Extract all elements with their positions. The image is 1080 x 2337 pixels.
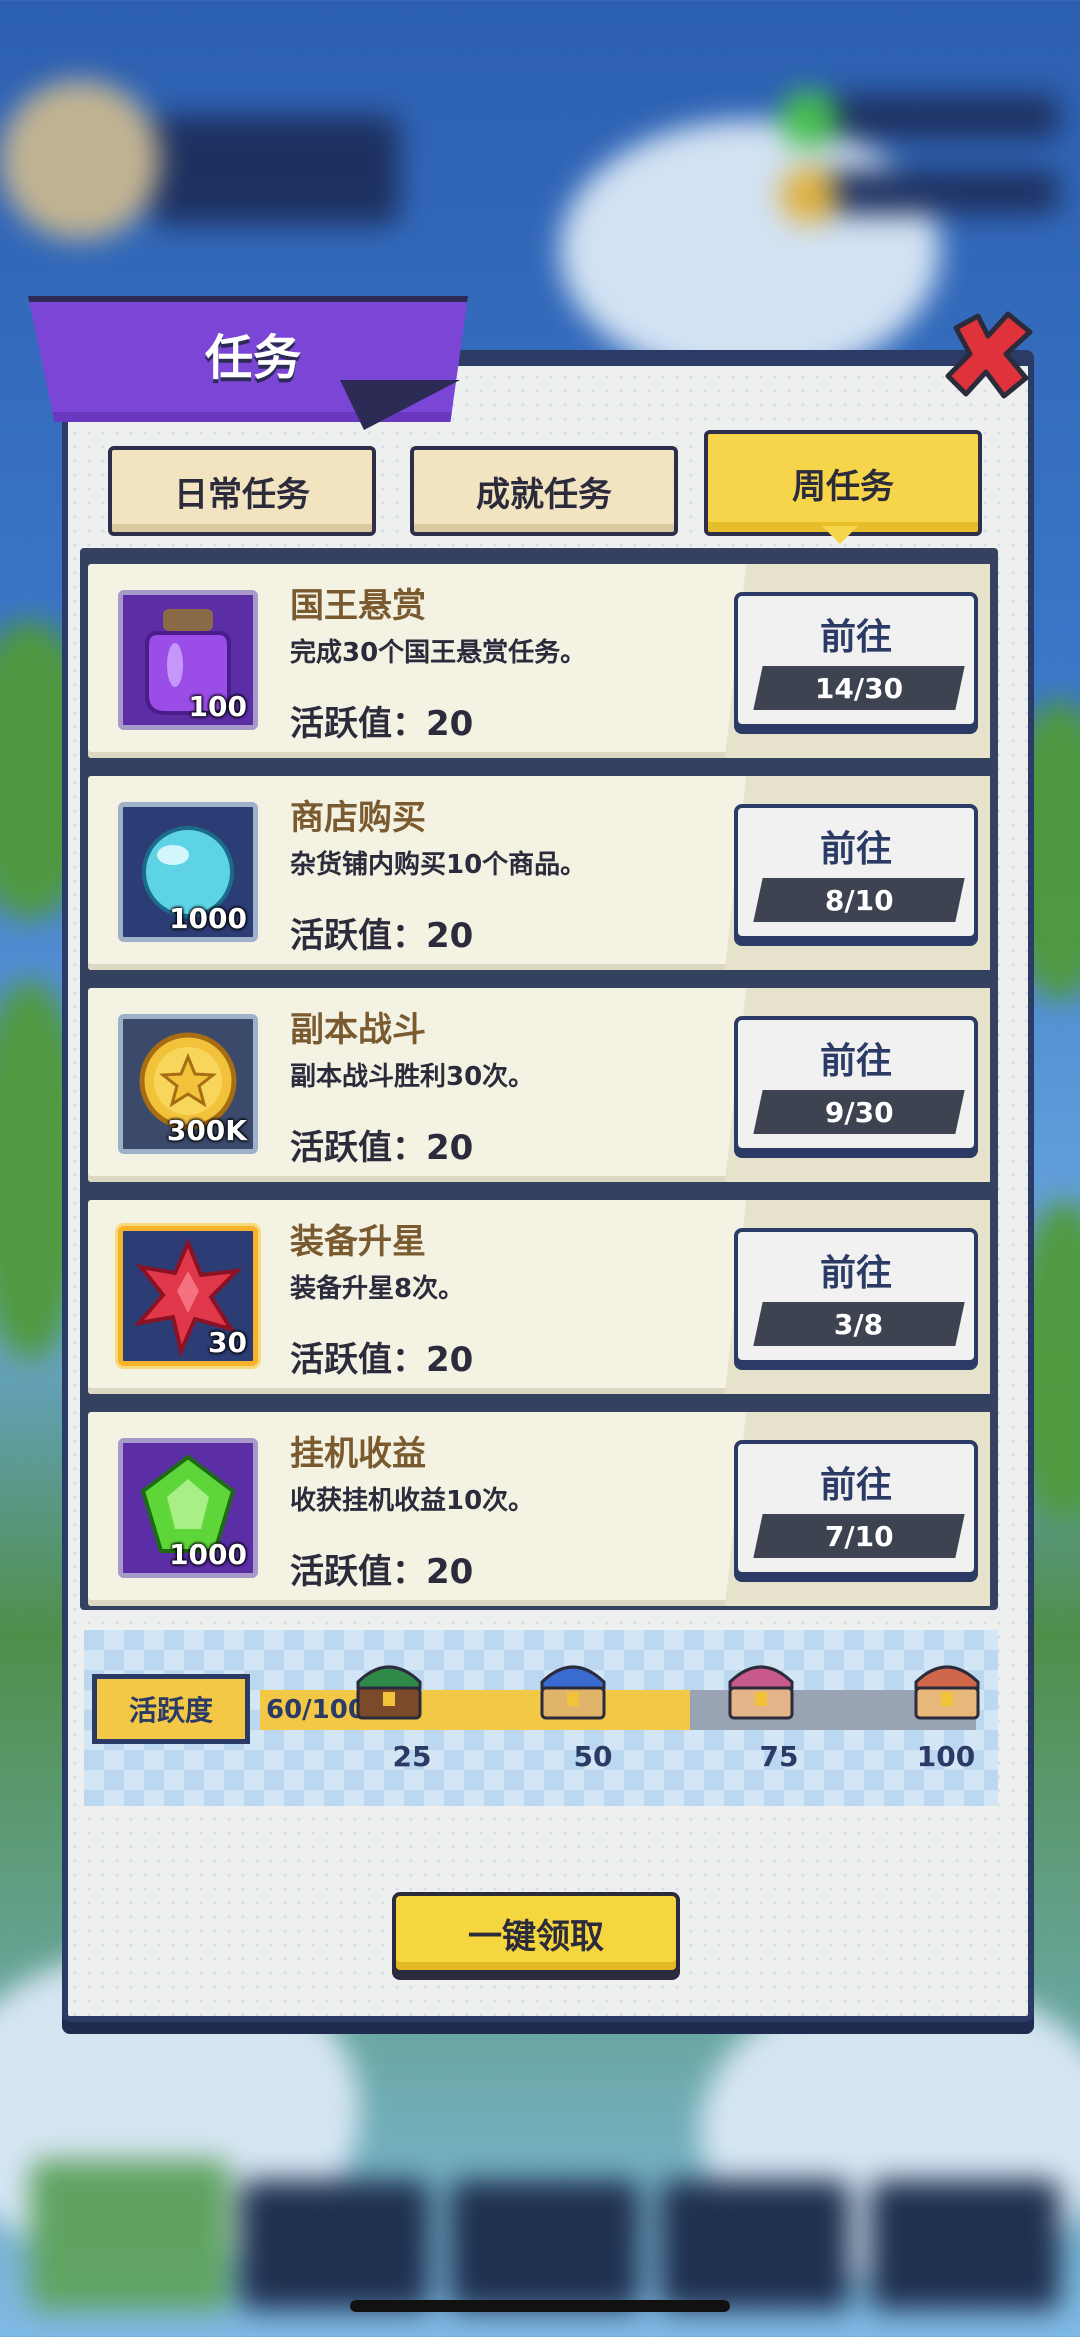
- reward-item[interactable]: 300K: [118, 1014, 258, 1154]
- task-row: 100 国王悬赏 完成30个国王悬赏任务。 活跃值：20 前往 14/30: [88, 564, 990, 758]
- close-icon: [945, 311, 1033, 399]
- treasure-chest-icon: [540, 1665, 606, 1720]
- task-progress: 8/10: [753, 878, 965, 922]
- task-progress-text: 7/10: [824, 1519, 894, 1553]
- close-button[interactable]: [938, 306, 1038, 406]
- item-count: 1000: [169, 902, 247, 935]
- reward-item[interactable]: 1000: [118, 802, 258, 942]
- task-progress-text: 3/8: [834, 1307, 884, 1341]
- task-name: 装备升星: [290, 1222, 426, 1262]
- activity-label: 活跃度: [92, 1674, 250, 1744]
- go-button-label: 前往: [819, 829, 892, 870]
- task-activity-value: 活跃值：20: [290, 704, 474, 744]
- treasure-chest-icon: [728, 1665, 794, 1720]
- task-name: 副本战斗: [290, 1010, 426, 1050]
- activity-progress-section: 60/100 活跃度 25 50 75 100: [84, 1630, 998, 1806]
- activity-value: 60/100: [266, 1695, 366, 1725]
- reward-chest-100[interactable]: [910, 1654, 984, 1724]
- milestone-label: 75: [759, 1740, 799, 1773]
- panel-title: 任务: [205, 330, 302, 386]
- item-count: 300K: [166, 1114, 247, 1147]
- task-progress-text: 8/10: [824, 883, 894, 917]
- task-progress-text: 9/30: [824, 1095, 894, 1129]
- go-button[interactable]: 前往 9/30: [734, 1016, 978, 1152]
- task-list: 100 国王悬赏 完成30个国王悬赏任务。 活跃值：20 前往 14/30 10…: [80, 548, 998, 1610]
- task-description: 收获挂机收益10次。: [290, 1486, 535, 1516]
- task-progress: 3/8: [753, 1302, 965, 1346]
- task-name: 挂机收益: [290, 1434, 426, 1474]
- task-activity-value: 活跃值：20: [290, 1128, 474, 1168]
- task-row: 1000 挂机收益 收获挂机收益10次。 活跃值：20 前往 7/10: [88, 1412, 990, 1606]
- task-activity-value: 活跃值：20: [290, 916, 474, 956]
- go-button[interactable]: 前往 14/30: [734, 592, 978, 728]
- tab-weekly-tasks[interactable]: 周任务: [704, 430, 982, 536]
- task-progress: 9/30: [753, 1090, 965, 1134]
- task-activity-value: 活跃值：20: [290, 1552, 474, 1592]
- tab-daily-tasks[interactable]: 日常任务: [108, 446, 376, 536]
- reward-chest-75[interactable]: [724, 1654, 798, 1724]
- go-button-label: 前往: [819, 1465, 892, 1506]
- task-row: 300K 副本战斗 副本战斗胜利30次。 活跃值：20 前往 9/30: [88, 988, 990, 1182]
- task-description: 副本战斗胜利30次。: [290, 1062, 535, 1092]
- go-button[interactable]: 前往 8/10: [734, 804, 978, 940]
- go-button[interactable]: 前往 7/10: [734, 1440, 978, 1576]
- go-button-label: 前往: [819, 1253, 892, 1294]
- tab-label: 成就任务: [476, 474, 612, 515]
- task-row: 1000 商店购买 杂货铺内购买10个商品。 活跃值：20 前往 8/10: [88, 776, 990, 970]
- task-row: 30 装备升星 装备升星8次。 活跃值：20 前往 3/8: [88, 1200, 990, 1394]
- milestone-label: 25: [392, 1740, 432, 1773]
- task-name: 商店购买: [290, 798, 426, 838]
- reward-item[interactable]: 30: [118, 1226, 258, 1366]
- tab-label: 日常任务: [174, 474, 310, 515]
- item-count: 100: [188, 690, 247, 723]
- reward-chest-50[interactable]: [536, 1654, 610, 1724]
- task-progress: 7/10: [753, 1514, 965, 1558]
- item-count: 30: [208, 1326, 247, 1359]
- active-tab-pointer: [822, 526, 858, 544]
- item-count: 1000: [169, 1538, 247, 1571]
- treasure-chest-icon: [914, 1665, 980, 1720]
- task-description: 装备升星8次。: [290, 1274, 465, 1304]
- reward-item[interactable]: 1000: [118, 1438, 258, 1578]
- claim-all-button[interactable]: 一键领取: [392, 1892, 680, 1974]
- treasure-chest-icon: [356, 1665, 422, 1720]
- go-button-label: 前往: [819, 617, 892, 658]
- go-button-label: 前往: [819, 1041, 892, 1082]
- milestone-label: 100: [916, 1740, 976, 1773]
- reward-item[interactable]: 100: [118, 590, 258, 730]
- go-button[interactable]: 前往 3/8: [734, 1228, 978, 1364]
- tab-achievement-tasks[interactable]: 成就任务: [410, 446, 678, 536]
- milestone-label: 50: [573, 1740, 613, 1773]
- task-activity-value: 活跃值：20: [290, 1340, 474, 1380]
- task-description: 完成30个国王悬赏任务。: [290, 638, 587, 668]
- tab-label: 周任务: [792, 466, 894, 507]
- reward-chest-25[interactable]: [352, 1654, 426, 1724]
- task-description: 杂货铺内购买10个商品。: [290, 850, 587, 880]
- task-name: 国王悬赏: [290, 586, 426, 626]
- task-progress: 14/30: [753, 666, 965, 710]
- task-progress-text: 14/30: [814, 671, 904, 705]
- home-indicator[interactable]: [350, 2300, 730, 2312]
